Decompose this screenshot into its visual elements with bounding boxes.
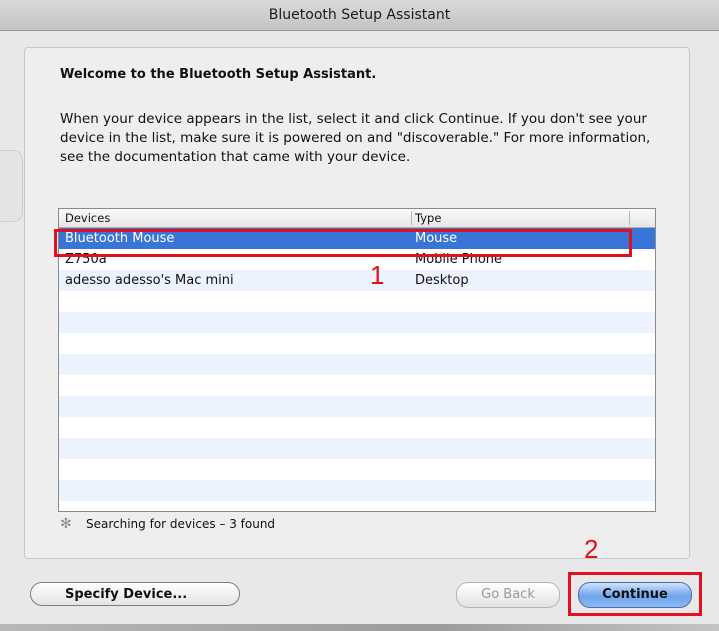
table-row-empty xyxy=(59,291,655,312)
table-row-empty xyxy=(59,438,655,459)
table-row-empty xyxy=(59,396,655,417)
specify-device-button[interactable]: Specify Device... xyxy=(30,582,240,606)
column-separator xyxy=(411,211,412,225)
table-row-empty xyxy=(59,459,655,480)
column-header-devices[interactable]: Devices xyxy=(65,209,110,227)
search-status-text: Searching for devices – 3 found xyxy=(86,517,276,531)
table-row-empty xyxy=(59,354,655,375)
table-row-empty xyxy=(59,312,655,333)
annotation-highlight-row xyxy=(54,229,632,257)
instructions-text: When your device appears in the list, se… xyxy=(60,111,651,165)
spinner-icon: ✻ xyxy=(60,516,72,532)
table-row-mac-mini[interactable]: adesso adesso's Mac mini Desktop xyxy=(59,270,655,291)
go-back-button[interactable]: Go Back xyxy=(456,582,560,608)
table-row-empty xyxy=(59,480,655,501)
table-row-empty xyxy=(59,375,655,396)
annotation-marker-1: 1 xyxy=(370,260,385,290)
annotation-marker-2: 2 xyxy=(584,534,599,564)
table-row-empty xyxy=(59,333,655,354)
table-row-empty xyxy=(59,417,655,438)
welcome-heading: Welcome to the Bluetooth Setup Assistant… xyxy=(60,67,377,82)
annotation-highlight-continue xyxy=(568,572,702,616)
search-status: ✻ Searching for devices – 3 found xyxy=(60,516,275,532)
column-header-type[interactable]: Type xyxy=(415,209,441,227)
device-name: adesso adesso's Mac mini xyxy=(65,273,234,288)
table-header: Devices Type xyxy=(59,209,655,228)
window-title: Bluetooth Setup Assistant xyxy=(0,0,719,31)
side-panel-edge xyxy=(0,150,23,222)
device-type: Desktop xyxy=(415,273,469,288)
column-separator xyxy=(629,211,630,225)
window-bottom-edge xyxy=(0,624,719,631)
